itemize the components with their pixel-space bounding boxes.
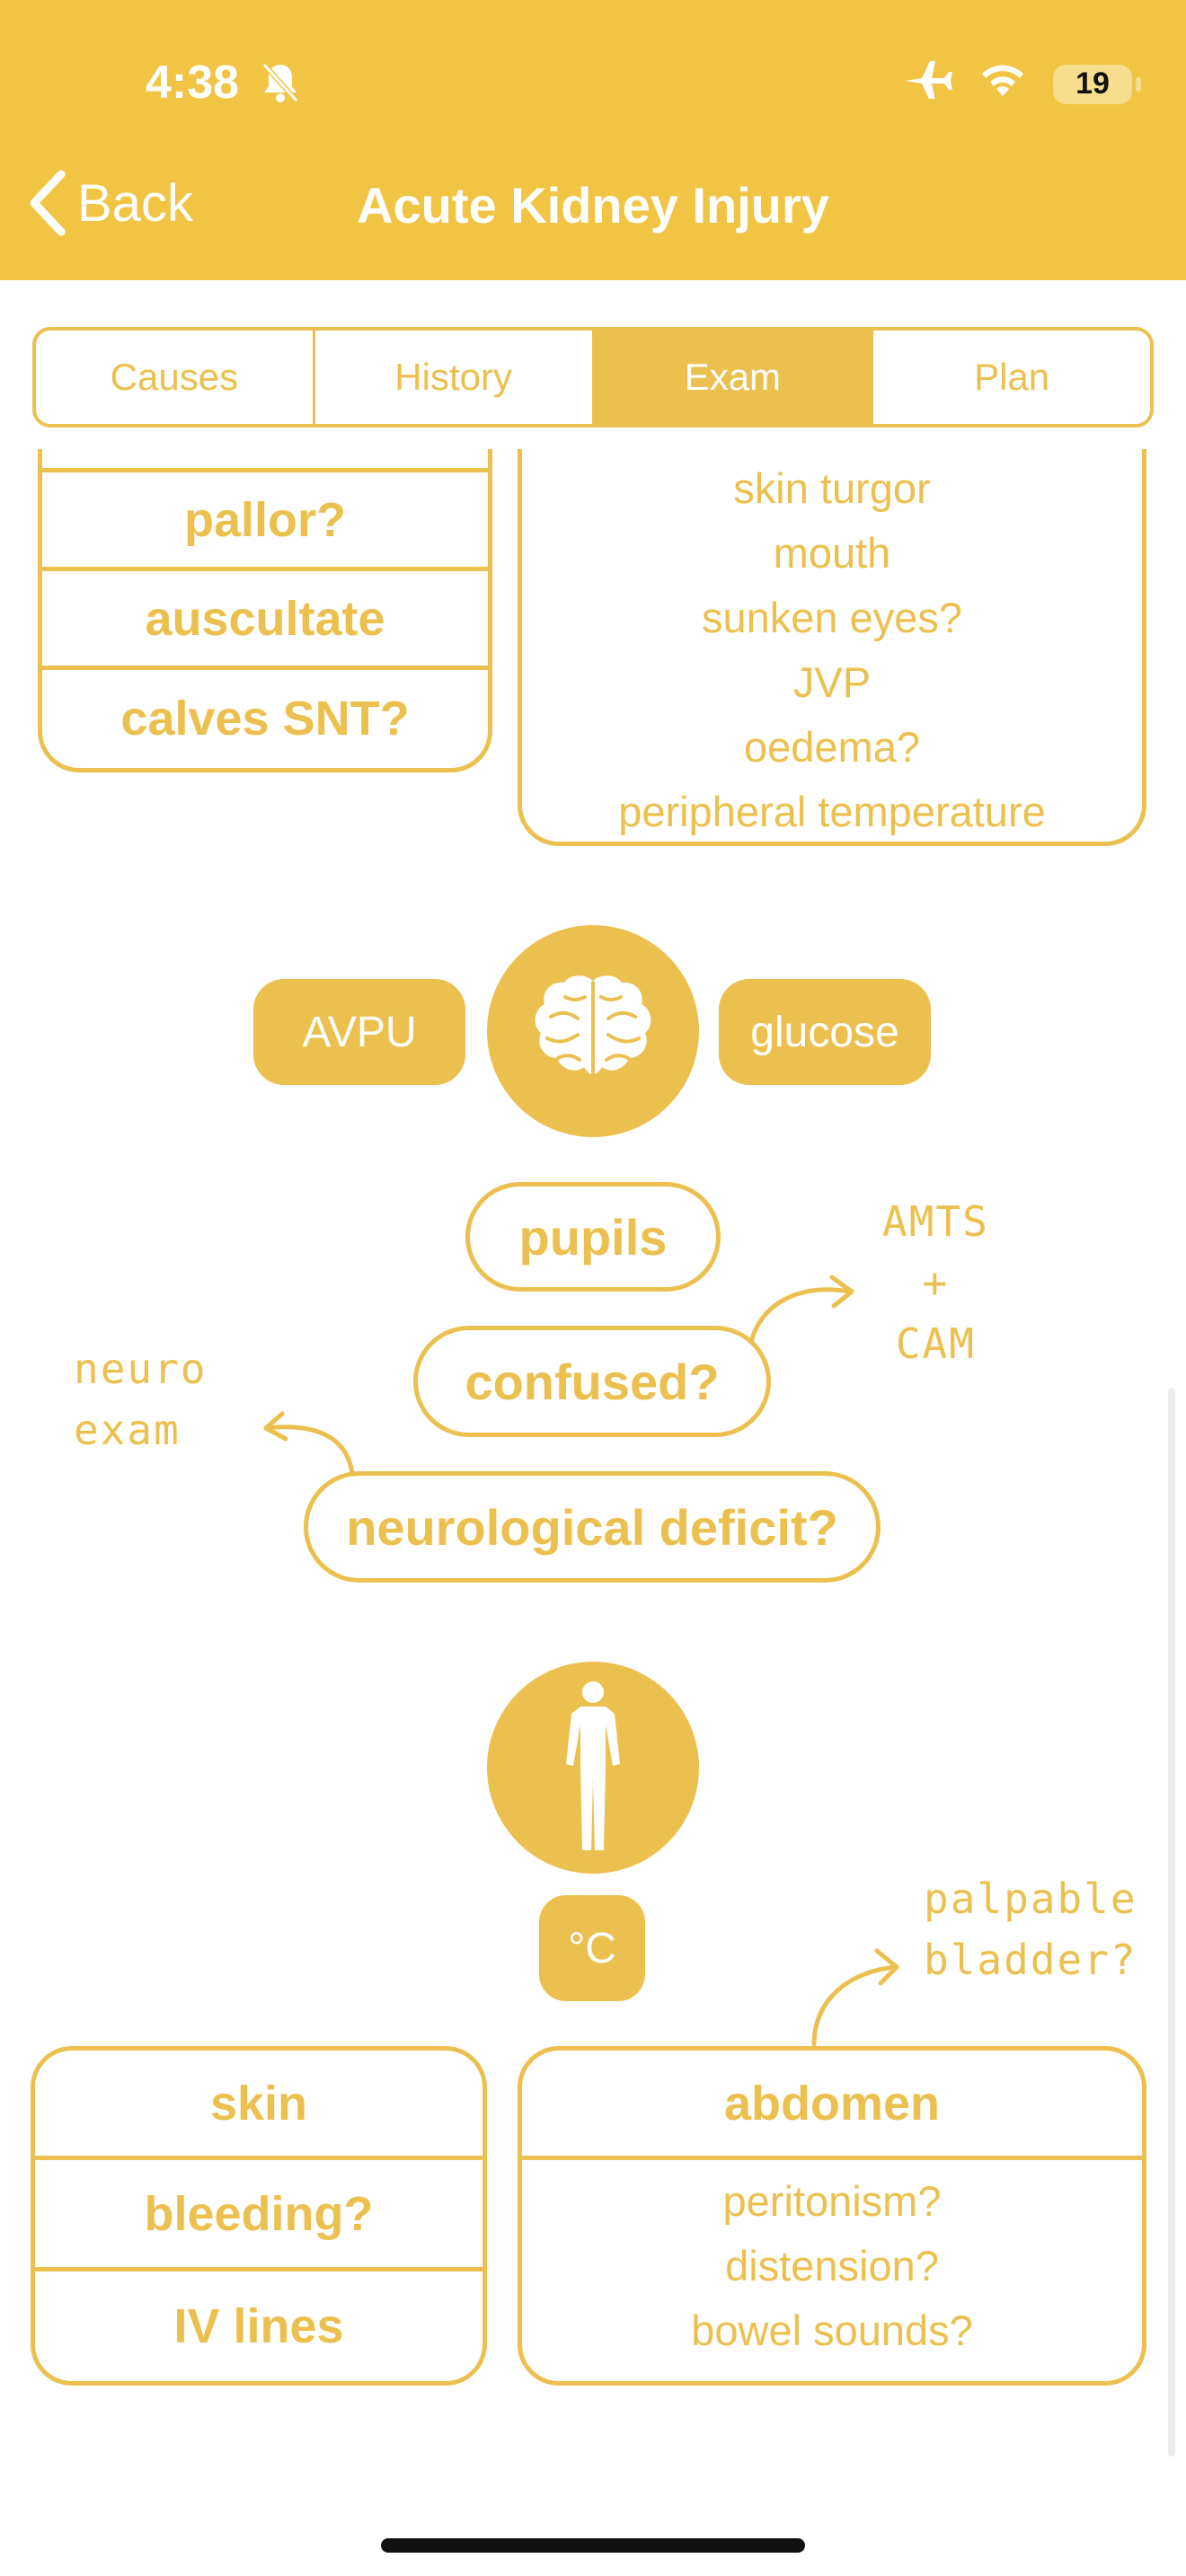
segmented-tabs: Causes History Exam Plan xyxy=(32,327,1154,428)
body-button[interactable] xyxy=(487,1662,699,1874)
wifi-icon xyxy=(978,60,1028,108)
list-item[interactable]: mouth xyxy=(774,521,891,586)
human-figure-icon xyxy=(566,1681,620,1850)
arrow-icon xyxy=(263,1411,355,1476)
upper-left-box: pallor? auscultate calves SNT? xyxy=(38,449,492,772)
calves-snt-row[interactable]: calves SNT? xyxy=(42,670,488,767)
pupils-pill[interactable]: pupils xyxy=(465,1182,721,1292)
list-item[interactable]: peripheral temperature xyxy=(618,780,1046,844)
scrollbar[interactable] xyxy=(1168,1388,1175,2457)
skin-row[interactable]: skin xyxy=(35,2051,482,2160)
list-item[interactable]: sunken eyes? xyxy=(702,586,962,650)
brain-button[interactable] xyxy=(487,925,699,1137)
nav-header: 4:38 19 Back Acute Kidney Injury xyxy=(0,0,1186,280)
arrow-icon xyxy=(748,1275,854,1345)
neurological-deficit-pill[interactable]: neurological deficit? xyxy=(304,1471,881,1583)
list-item[interactable]: bowel sounds? xyxy=(691,2298,973,2363)
battery-indicator: 19 xyxy=(1053,64,1141,104)
home-indicator[interactable] xyxy=(381,2538,805,2553)
list-item[interactable]: distension? xyxy=(725,2234,939,2298)
note-neuro-exam: neuro exam xyxy=(74,1345,208,1454)
iv-lines-row[interactable]: IV lines xyxy=(35,2272,482,2381)
confused-pill[interactable]: confused? xyxy=(413,1326,771,1437)
glucose-chip[interactable]: glucose xyxy=(719,979,931,1085)
tab-history[interactable]: History xyxy=(315,331,595,424)
list-item[interactable]: JVP xyxy=(793,650,871,715)
note-palpable-bladder: palpable bladder? xyxy=(924,1875,1137,1984)
abdomen-box: abdomen peritonism? distension? bowel so… xyxy=(518,2046,1146,2386)
arrow-icon xyxy=(811,1948,899,2047)
abdomen-title[interactable]: abdomen xyxy=(522,2051,1142,2160)
temperature-chip[interactable]: °C xyxy=(539,1895,645,2001)
page-title: Acute Kidney Injury xyxy=(357,177,829,234)
list-item[interactable]: oedema? xyxy=(744,715,920,780)
tab-plan[interactable]: Plan xyxy=(873,331,1150,424)
skin-box: skin bleeding? IV lines xyxy=(31,2046,487,2386)
pallor-row[interactable]: pallor? xyxy=(42,472,488,571)
list-item[interactable]: peritonism? xyxy=(723,2169,942,2234)
status-time: 4:38 xyxy=(146,57,240,109)
upper-right-box: skin turgor mouth sunken eyes? JVP oedem… xyxy=(518,449,1146,846)
bleeding-row[interactable]: bleeding? xyxy=(35,2160,482,2272)
brain-icon xyxy=(535,975,651,1080)
note-amts-cam: AMTS + CAM xyxy=(882,1197,989,1368)
auscultate-row[interactable]: auscultate xyxy=(42,571,488,670)
avpu-chip[interactable]: AVPU xyxy=(253,979,465,1085)
tab-exam[interactable]: Exam xyxy=(594,331,874,424)
silent-bell-icon xyxy=(261,61,300,109)
list-item[interactable]: skin turgor xyxy=(733,456,930,521)
tab-causes[interactable]: Causes xyxy=(36,331,315,424)
airplane-icon xyxy=(904,59,952,109)
